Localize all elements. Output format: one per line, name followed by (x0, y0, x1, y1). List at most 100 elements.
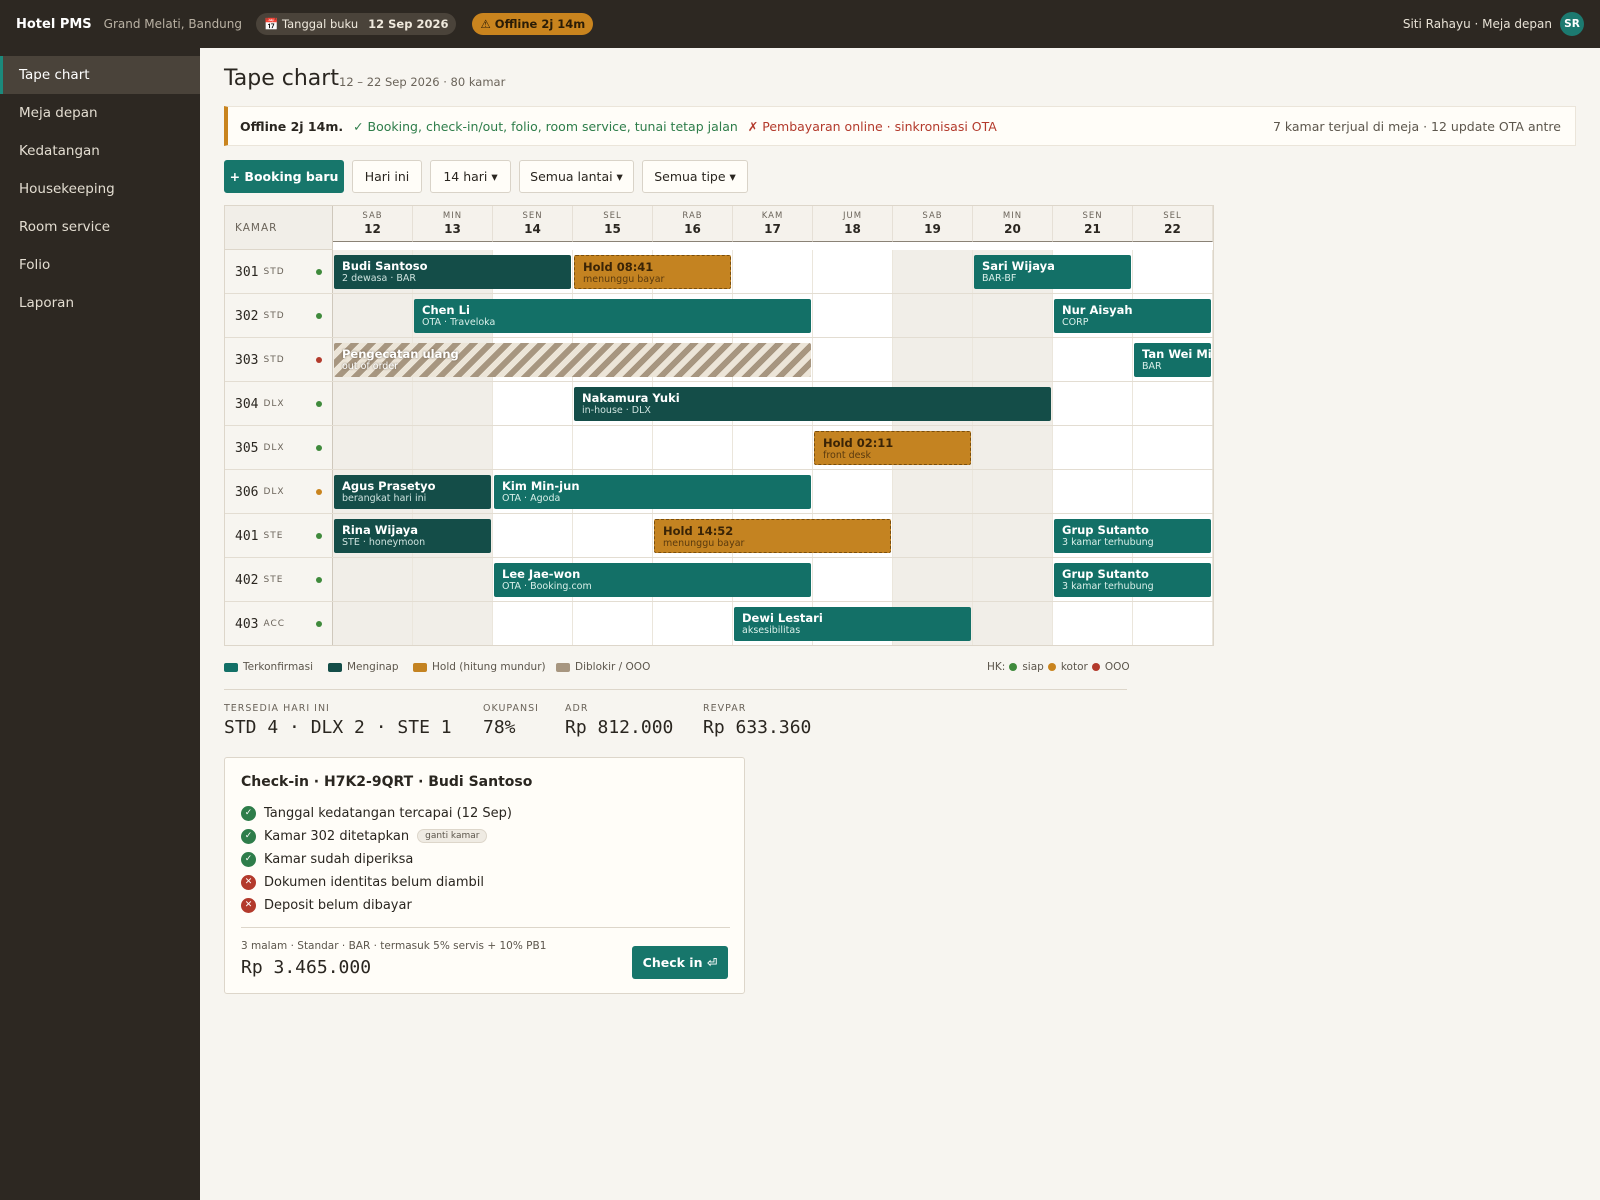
hk-dirty-dot-icon (1047, 663, 1056, 671)
booking-detail: front desk (823, 450, 871, 461)
offline-queue-summary: 7 kamar terjual di meja · 12 update OTA … (1272, 118, 1561, 134)
sidebar-item-reports[interactable]: Laporan (0, 284, 200, 322)
row-gridline (225, 469, 1213, 470)
room-row-header-301[interactable]: 301 STD (225, 250, 333, 294)
room-type-filter-dropdown[interactable]: Semua tipe ▾ (642, 160, 748, 193)
booking-bar[interactable]: Dewi Lestari aksesibilitas (734, 607, 971, 641)
check-icon: ✓ (241, 828, 256, 844)
sidebar-item-arrivals[interactable]: Kedatangan (0, 132, 200, 170)
row-gridline (225, 293, 1213, 294)
sidebar-item-folio[interactable]: Folio (0, 246, 200, 284)
room-row-header-403[interactable]: 403 ACC (225, 602, 333, 645)
room-row-header-401[interactable]: 401 STE (225, 514, 333, 558)
booking-bar[interactable]: Rina Wijaya STE · honeymoon (334, 519, 491, 553)
check-icon: ✓ (241, 851, 256, 867)
housekeeping-status-dot-icon (316, 445, 322, 451)
booking-bar[interactable]: Nur Aisyah CORP (1054, 299, 1211, 333)
business-date-value: 12 Sep 2026 (368, 17, 449, 31)
row-gridline (225, 381, 1213, 382)
checklist-item: ✕ Deposit belum dibayar (241, 895, 412, 915)
room-row-header-306[interactable]: 306 DLX (225, 470, 333, 514)
legend-swatch (224, 662, 238, 672)
day-gridline (1052, 250, 1053, 645)
booking-detail: aksesibilitas (742, 625, 801, 636)
legend-confirmed: Terkonfirmasi (224, 660, 313, 674)
today-button[interactable]: Hari ini (352, 160, 422, 193)
booking-guest: Pengecatan ulang (342, 347, 459, 361)
sidebar-item-tape-chart[interactable]: Tape chart (0, 56, 200, 94)
booking-bar[interactable]: Pengecatan ulang out of order (334, 343, 811, 377)
occupancy-label: OKUPANSI (483, 703, 539, 714)
user-menu[interactable]: Siti Rahayu · Meja depan SR (1403, 12, 1584, 36)
legend-swatch (556, 662, 570, 672)
range-dropdown[interactable]: 14 hari ▾ (430, 160, 511, 193)
offline-badge[interactable]: ⚠ Offline 2j 14m (472, 13, 594, 35)
housekeeping-status-dot-icon (316, 621, 322, 627)
legend-label: Diblokir / OOO (575, 661, 651, 673)
sidebar-item-room-service[interactable]: Room service (0, 208, 200, 246)
booking-guest: Chen Li (422, 303, 470, 317)
day-header: JUM 18 (813, 206, 893, 242)
new-booking-button[interactable]: + Booking baru (224, 160, 344, 193)
room-row-header-402[interactable]: 402 STE (225, 558, 333, 602)
day-header: MIN 13 (413, 206, 493, 242)
stay-summary: 3 malam · Standar · BAR · termasuk 5% se… (241, 940, 547, 952)
avatar[interactable]: SR (1560, 12, 1584, 36)
day-header: SEN 14 (493, 206, 573, 242)
booking-bar[interactable]: Nakamura Yuki in-house · DLX (574, 387, 1051, 421)
booking-guest: Grup Sutanto (1062, 523, 1149, 537)
change-room-chip[interactable]: ganti kamar (417, 829, 488, 843)
revpar-value: Rp 633.360 (703, 717, 812, 738)
tape-chart: KAMAR SAB 12 MIN 13 SEN 14 SEL 15 RAB 16 KAM 17 JUM 1… (224, 205, 1214, 646)
booking-bar[interactable]: Budi Santoso 2 dewasa · BAR (334, 255, 571, 289)
room-number: 403 (235, 616, 259, 632)
booking-detail: OTA · Agoda (502, 493, 561, 504)
day-header: SEL 22 (1133, 206, 1213, 242)
booking-bar[interactable]: Hold 02:11 front desk (814, 431, 971, 465)
offline-working-features: ✓ Booking, check-in/out, folio, room ser… (353, 118, 738, 134)
checkin-panel: Check-in · H7K2-9QRT · Budi Santoso ✓ Ta… (224, 757, 745, 994)
room-row-header-303[interactable]: 303 STD (225, 338, 333, 382)
booking-bar[interactable]: Grup Sutanto 3 kamar terhubung (1054, 519, 1211, 553)
booking-bar[interactable]: Lee Jae-won OTA · Booking.com (494, 563, 811, 597)
business-date-label: 📅 Tanggal buku (264, 17, 359, 31)
app-brand: Hotel PMS (16, 16, 92, 32)
booking-guest: Rina Wijaya (342, 523, 418, 537)
booking-guest: Hold 14:52 (663, 524, 734, 538)
checklist-text: Dokumen identitas belum diambil (264, 874, 485, 890)
row-gridline (225, 557, 1213, 558)
top-bar: Hotel PMS Grand Melati, Bandung 📅 Tangga… (0, 0, 1600, 48)
sidebar: Tape chart Meja depan Kedatangan Houseke… (0, 48, 200, 1200)
sidebar-item-housekeeping[interactable]: Housekeeping (0, 170, 200, 208)
booking-bar[interactable]: Hold 14:52 menunggu bayar (654, 519, 891, 553)
room-type: DLX (263, 399, 285, 409)
booking-bar[interactable]: Chen Li OTA · Traveloka (414, 299, 811, 333)
day-number: 16 (684, 222, 701, 236)
booking-detail: STE · honeymoon (342, 537, 426, 548)
room-number: 306 (235, 484, 259, 500)
check-icon: ✓ (241, 805, 256, 821)
booking-detail: OTA · Booking.com (502, 581, 592, 592)
day-of-week: SEN (522, 211, 543, 221)
booking-bar[interactable]: Grup Sutanto 3 kamar terhubung (1054, 563, 1211, 597)
booking-bar[interactable]: Hold 08:41 menunggu bayar (574, 255, 731, 289)
booking-bar[interactable]: Kim Min-jun OTA · Agoda (494, 475, 811, 509)
check-in-button[interactable]: Check in ⏎ (632, 946, 728, 979)
day-of-week: SAB (362, 211, 383, 221)
checkin-title: Check-in · H7K2-9QRT · Budi Santoso (241, 774, 533, 790)
booking-bar[interactable]: Tan Wei MingBAR (1134, 343, 1211, 377)
room-row-header-305[interactable]: 305 DLX (225, 426, 333, 470)
booking-detail: berangkat hari ini (342, 493, 427, 504)
day-number: 21 (1084, 222, 1101, 236)
room-row-header-304[interactable]: 304 DLX (225, 382, 333, 426)
sidebar-item-front-desk[interactable]: Meja depan (0, 94, 200, 132)
business-date-pill[interactable]: 📅 Tanggal buku 12 Sep 2026 (256, 13, 457, 35)
legend-blocked: Diblokir / OOO (556, 660, 650, 674)
booking-bar[interactable]: Agus Prasetyo berangkat hari ini (334, 475, 491, 509)
booking-bar[interactable]: Sari Wijaya BAR-BF (974, 255, 1131, 289)
room-row-header-302[interactable]: 302 STD (225, 294, 333, 338)
legend-label: Hold (hitung mundur) (432, 661, 546, 673)
room-type: STD (263, 267, 285, 277)
floor-filter-dropdown[interactable]: Semua lantai ▾ (519, 160, 634, 193)
checklist-text: Kamar sudah diperiksa (264, 851, 414, 867)
